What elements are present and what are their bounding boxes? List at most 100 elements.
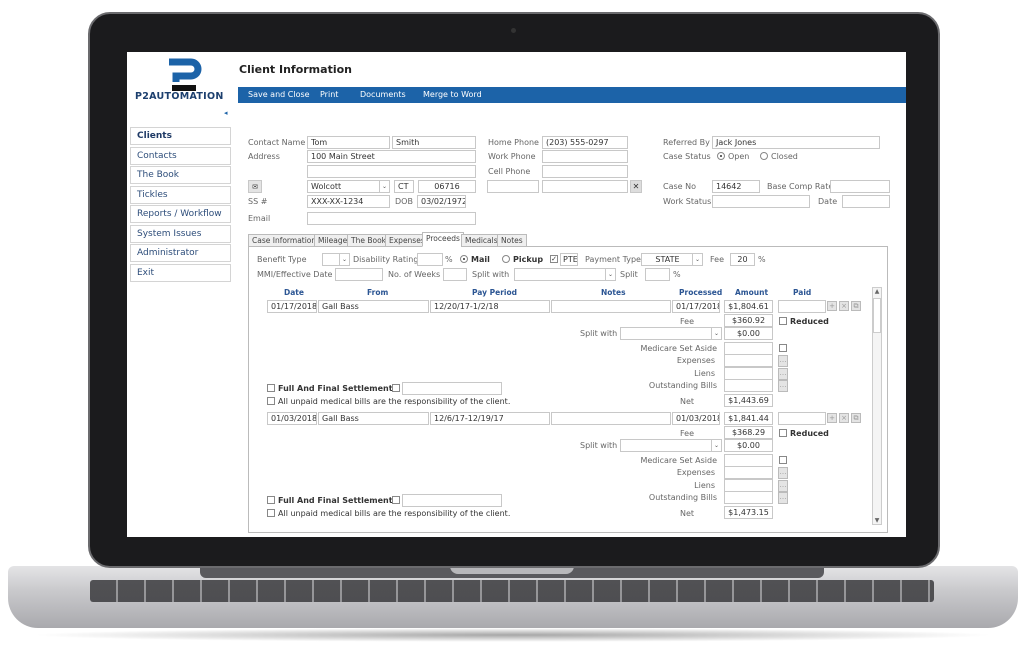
delete-icon[interactable]: ×	[839, 301, 849, 311]
record-pay-period-field[interactable]: 12/6/17-12/19/17	[430, 412, 550, 425]
full-final-checkbox[interactable]	[267, 384, 275, 392]
ssn-field[interactable]: XXX-XX-1234	[307, 195, 390, 208]
record-paid-field[interactable]	[778, 412, 826, 425]
clear-button[interactable]: ✕	[630, 180, 642, 193]
sidebar-item-exit[interactable]: Exit	[130, 263, 231, 282]
record-net-field[interactable]: $1,473.15	[724, 506, 773, 519]
last-name-field[interactable]: Smith	[392, 136, 476, 149]
map-button[interactable]: ✉	[248, 180, 262, 193]
sidebar-item-the-book[interactable]: The Book	[130, 166, 231, 184]
split-field[interactable]	[645, 268, 670, 281]
record-split-field[interactable]: $0.00	[724, 439, 773, 452]
record-outstanding-field[interactable]	[724, 379, 773, 392]
split-with-select[interactable]: ⌄	[514, 268, 616, 281]
disability-rating-field[interactable]	[417, 253, 443, 266]
unpaid-bills-checkbox[interactable]	[267, 509, 275, 517]
status-closed-radio[interactable]: Closed	[760, 152, 798, 161]
pte-checkbox[interactable]: ✓	[550, 255, 558, 263]
tab-proceeds[interactable]: Proceeds	[422, 232, 464, 247]
city-select[interactable]: Wolcott ⌄	[307, 180, 390, 193]
record-paid-field[interactable]	[778, 300, 826, 313]
record-net-field[interactable]: $1,443.69	[724, 394, 773, 407]
add-icon[interactable]: +	[827, 413, 837, 423]
add-icon[interactable]: +	[827, 301, 837, 311]
record-date-field[interactable]: 01/17/2018	[267, 300, 317, 313]
base-comp-rate-field[interactable]	[830, 180, 890, 193]
sidebar-item-tickles[interactable]: Tickles	[130, 185, 231, 204]
full-final-extra-checkbox[interactable]	[392, 496, 400, 504]
dob-field[interactable]: 03/02/1972	[417, 195, 466, 208]
status-open-radio[interactable]: Open	[717, 152, 749, 161]
work-status-field[interactable]	[712, 195, 810, 208]
outstanding-more-button[interactable]: …	[778, 380, 788, 392]
extra-field-2[interactable]	[542, 180, 628, 193]
expenses-more-button[interactable]: …	[778, 355, 788, 367]
record-outstanding-field[interactable]	[724, 491, 773, 504]
expenses-more-button[interactable]: …	[778, 467, 788, 479]
full-final-field[interactable]	[402, 494, 502, 507]
sidebar-item-reports-workflow[interactable]: Reports / Workflow	[130, 205, 231, 223]
liens-more-button[interactable]: …	[778, 368, 788, 380]
documents-button[interactable]: Documents	[360, 90, 406, 99]
copy-icon[interactable]: ⧉	[851, 301, 861, 311]
full-final-checkbox[interactable]	[267, 496, 275, 504]
record-date-field[interactable]: 01/03/2018	[267, 412, 317, 425]
save-and-close-button[interactable]: Save and Close	[248, 90, 310, 99]
print-button[interactable]: Print	[320, 90, 338, 99]
address1-field[interactable]: 100 Main Street	[307, 150, 476, 163]
mail-radio[interactable]: Mail	[460, 255, 490, 264]
record-notes-field[interactable]	[551, 412, 671, 425]
email-field[interactable]	[307, 212, 476, 225]
referred-by-field[interactable]: Jack Jones	[712, 136, 880, 149]
delete-icon[interactable]: ×	[839, 413, 849, 423]
record-amount-field[interactable]: $1,841.44	[724, 412, 773, 425]
tab-notes[interactable]: Notes	[497, 234, 527, 247]
address2-field[interactable]	[307, 165, 476, 178]
first-name-field[interactable]: Tom	[307, 136, 390, 149]
home-phone-field[interactable]: (203) 555-0297	[542, 136, 628, 149]
record-processed-field[interactable]: 01/17/2018	[672, 300, 720, 313]
scroll-up-icon[interactable]: ▲	[873, 288, 881, 295]
sidebar-item-contacts[interactable]: Contacts	[130, 146, 231, 165]
zip-field[interactable]: 06716	[418, 180, 476, 193]
record-from-field[interactable]: Gall Bass	[318, 300, 429, 313]
state-field[interactable]: CT	[394, 180, 414, 193]
full-final-extra-checkbox[interactable]	[392, 384, 400, 392]
payment-type-select[interactable]: STATE ⌄	[641, 253, 703, 266]
sidebar-item-system-issues[interactable]: System Issues	[130, 224, 231, 243]
record-processed-field[interactable]: 01/03/2018	[672, 412, 720, 425]
merge-to-word-button[interactable]: Merge to Word	[423, 90, 482, 99]
record-expenses-field[interactable]	[724, 354, 773, 367]
medicare-checkbox[interactable]	[779, 344, 787, 352]
record-amount-field[interactable]: $1,804.61	[724, 300, 773, 313]
record-split-with-select[interactable]: ⌄	[620, 439, 722, 452]
reduced-checkbox[interactable]	[779, 429, 787, 437]
record-split-with-select[interactable]: ⌄	[620, 327, 722, 340]
medicare-checkbox[interactable]	[779, 456, 787, 464]
sidebar-item-clients[interactable]: Clients	[130, 127, 231, 145]
work-phone-field[interactable]	[542, 150, 628, 163]
liens-more-button[interactable]: …	[778, 480, 788, 492]
unpaid-bills-checkbox[interactable]	[267, 397, 275, 405]
record-split-field[interactable]: $0.00	[724, 327, 773, 340]
record-expenses-field[interactable]	[724, 466, 773, 479]
case-no-field[interactable]: 14642	[712, 180, 760, 193]
record-pay-period-field[interactable]: 12/20/17-1/2/18	[430, 300, 550, 313]
record-fee-field[interactable]: $368.29	[724, 426, 773, 439]
tab-medicals[interactable]: Medicals	[461, 234, 502, 247]
pte-field[interactable]: PTE	[560, 253, 578, 266]
outstanding-more-button[interactable]: …	[778, 492, 788, 504]
cell-phone-field[interactable]	[542, 165, 628, 178]
date-field[interactable]	[842, 195, 890, 208]
sidebar-item-administrator[interactable]: Administrator	[130, 244, 231, 262]
pickup-radio[interactable]: Pickup	[502, 255, 543, 264]
reduced-checkbox[interactable]	[779, 317, 787, 325]
mmi-date-field[interactable]	[335, 268, 383, 281]
collapse-arrow-icon[interactable]: ◂	[224, 109, 228, 117]
weeks-field[interactable]	[443, 268, 467, 281]
record-fee-field[interactable]: $360.92	[724, 314, 773, 327]
record-notes-field[interactable]	[551, 300, 671, 313]
full-final-field[interactable]	[402, 382, 502, 395]
record-from-field[interactable]: Gall Bass	[318, 412, 429, 425]
fee-percent-field[interactable]: 20	[730, 253, 755, 266]
